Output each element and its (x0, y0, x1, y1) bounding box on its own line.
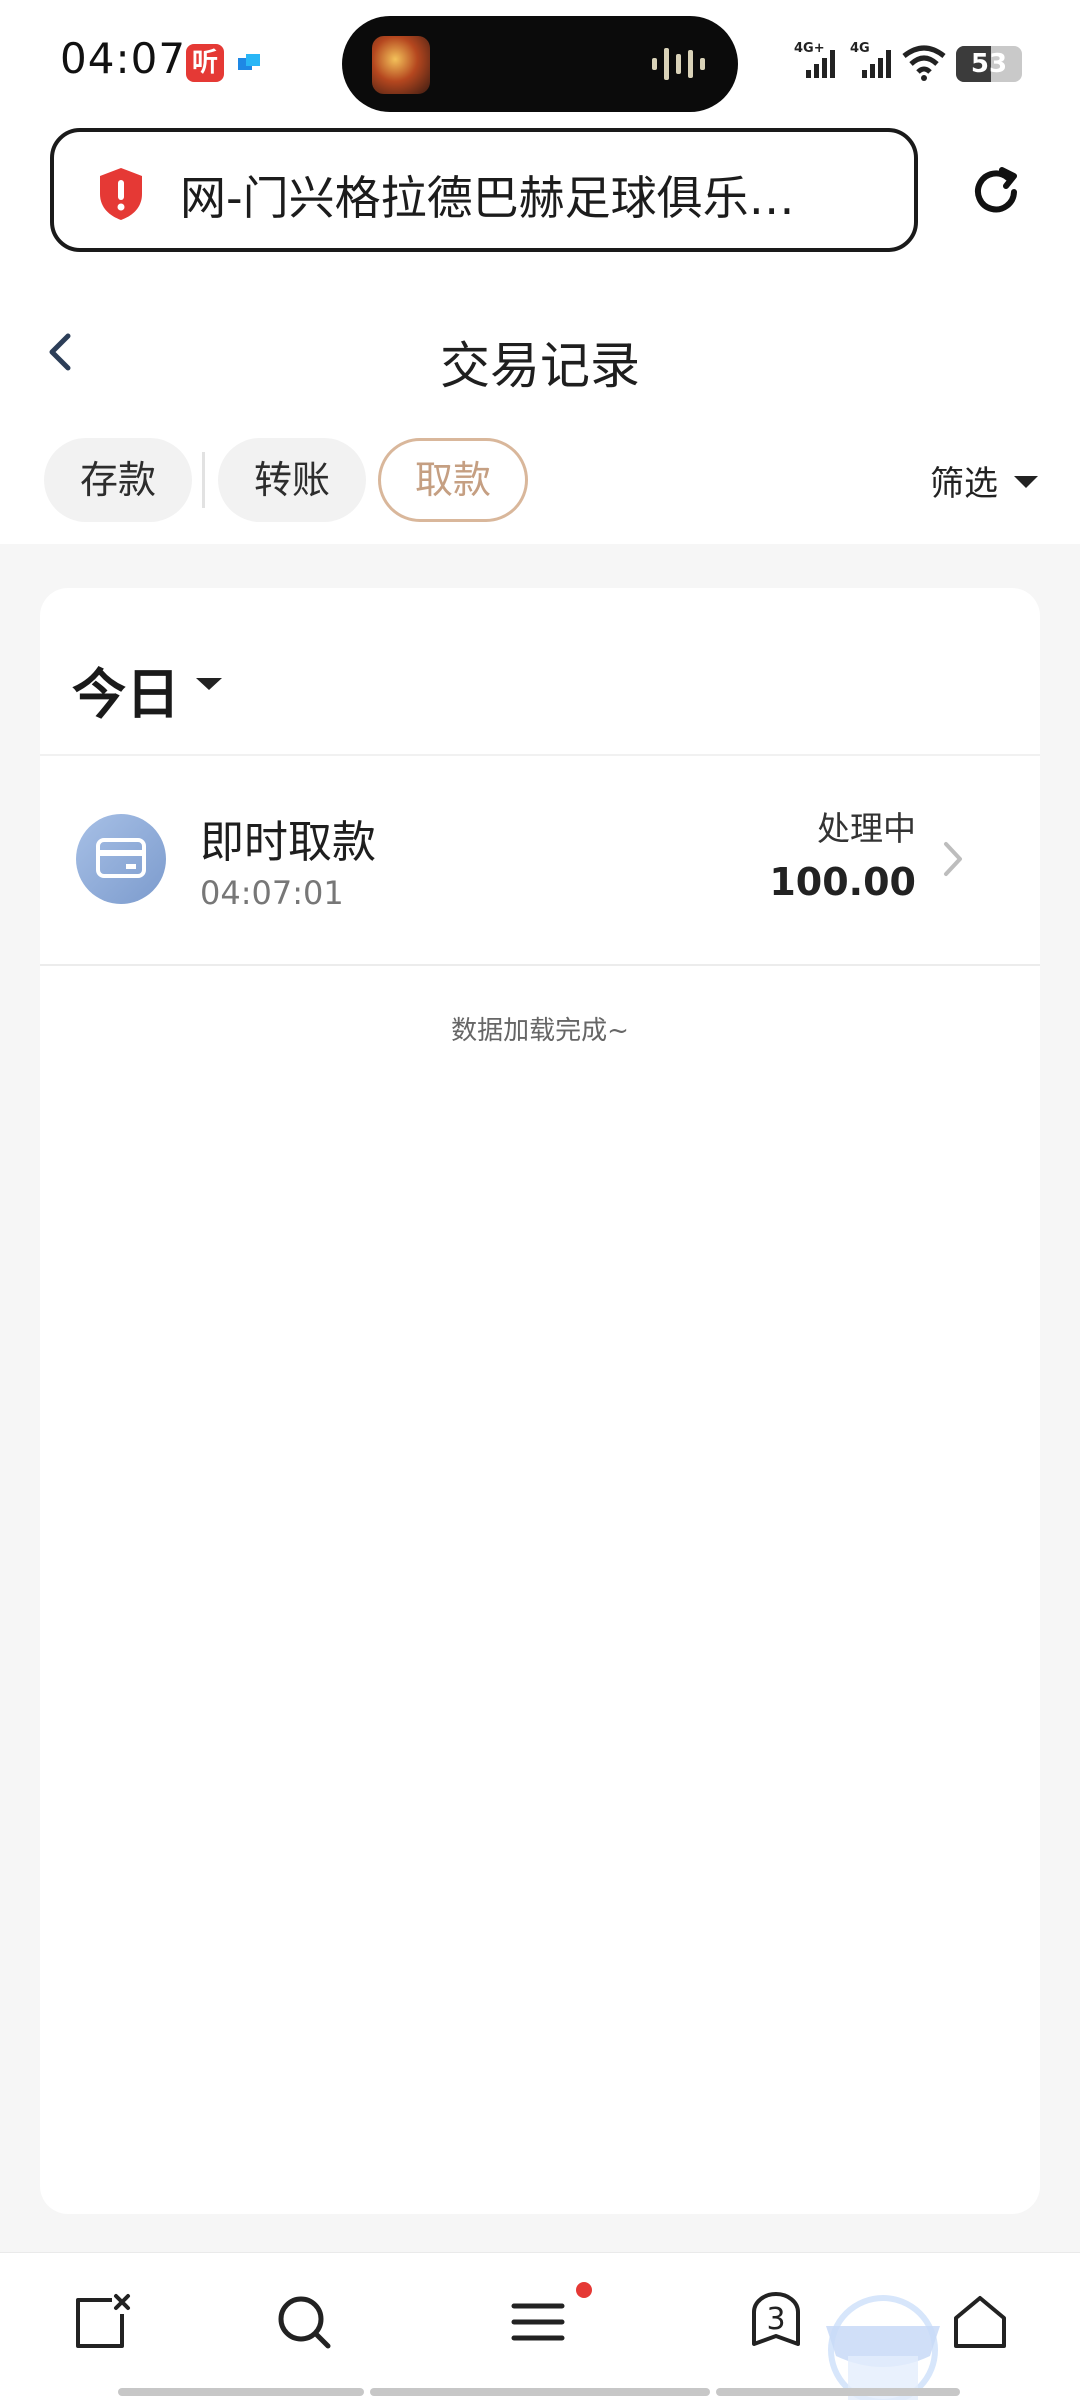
search-icon[interactable] (274, 2292, 334, 2352)
transaction-status: 处理中 (817, 809, 916, 848)
date-group-selector[interactable]: 今日 (72, 650, 180, 729)
menu-icon[interactable] (508, 2292, 568, 2352)
reload-icon[interactable] (966, 162, 1026, 222)
divider (40, 964, 1040, 966)
filter-button[interactable]: 筛选 (930, 456, 998, 505)
tab-transfer[interactable]: 转账 (218, 438, 366, 522)
tab-withdraw[interactable]: 取款 (378, 438, 528, 522)
audio-wave-icon (652, 48, 705, 80)
gesture-bar (118, 2388, 364, 2396)
chevron-right-icon[interactable] (938, 836, 968, 882)
home-icon[interactable] (950, 2292, 1010, 2352)
battery-level: 53 (970, 49, 1008, 79)
card-icon (76, 814, 166, 904)
tab-count[interactable]: 3 (746, 2302, 806, 2337)
transaction-time: 04:07:01 (200, 874, 344, 912)
media-thumbnail (372, 36, 430, 94)
wifi-icon (902, 45, 946, 81)
battery-icon: 53 (956, 46, 1022, 82)
signal-icon: 4G (850, 41, 891, 78)
tab-deposit[interactable]: 存款 (44, 438, 192, 522)
transaction-title: 即时取款 (200, 817, 376, 868)
gesture-bar (370, 2388, 710, 2396)
shield-alert-icon[interactable] (96, 166, 146, 222)
ting-app-icon: 听 (186, 44, 224, 82)
caret-down-icon[interactable] (196, 676, 222, 692)
status-time: 04:07 (60, 34, 187, 83)
signal-2-label: 4G (850, 41, 870, 56)
page-title: 交易记录 (440, 337, 640, 395)
caret-down-icon[interactable] (1014, 474, 1038, 490)
tab-divider (202, 452, 205, 508)
signal-icon: 4G+ (794, 41, 835, 78)
chevron-left-icon[interactable] (40, 324, 80, 382)
page-url-title[interactable]: 网-门兴格拉德巴赫足球俱乐… (180, 162, 870, 228)
close-tab-icon[interactable] (72, 2292, 132, 2352)
gesture-bar (716, 2388, 960, 2396)
list-end-message: 数据加载完成~ (451, 1016, 629, 1046)
floating-assistant-icon[interactable] (808, 2286, 958, 2400)
signal-1-label: 4G+ (794, 41, 825, 56)
notification-dot (576, 2282, 592, 2298)
notification-app-icon (238, 54, 260, 70)
transaction-amount: 100.00 (769, 860, 916, 904)
